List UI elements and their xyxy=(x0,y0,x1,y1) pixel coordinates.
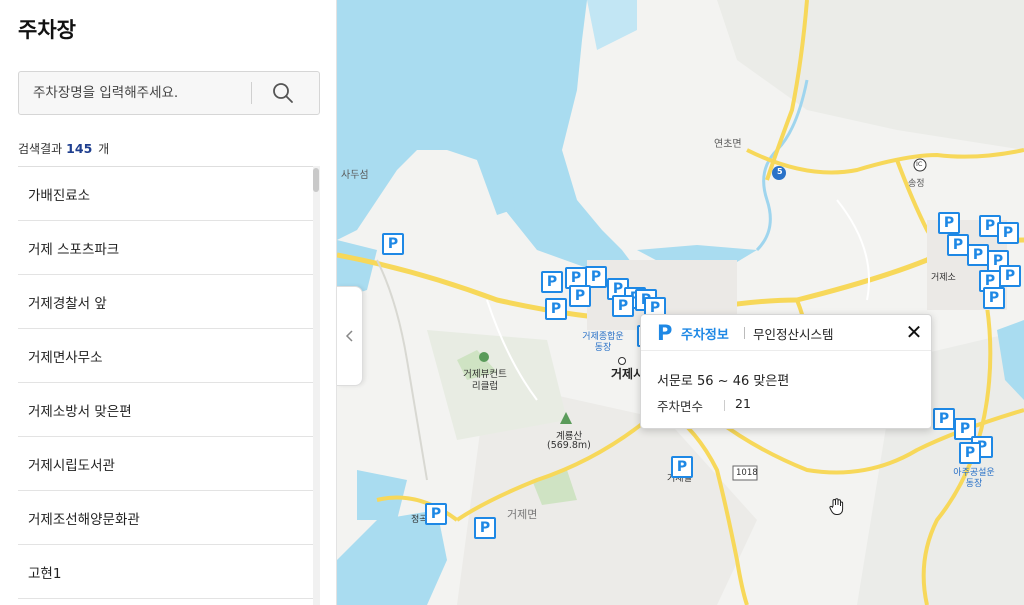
parking-marker[interactable]: P xyxy=(959,442,981,464)
map-label-geoje-myeon: 거제면 xyxy=(507,508,538,521)
map-label-yeoncho: 연초면 xyxy=(714,139,742,150)
popup-divider xyxy=(744,327,745,339)
parking-marker[interactable]: P xyxy=(983,287,1005,309)
parking-marker[interactable]: P xyxy=(967,244,989,266)
popup-spaces-value: 21 xyxy=(735,396,751,411)
parking-marker[interactable]: P xyxy=(938,212,960,234)
hand-cursor-icon xyxy=(829,498,844,515)
search-input[interactable] xyxy=(19,72,251,114)
popup-header: P 주차정보 무인정산시스템 ✕ xyxy=(641,315,931,351)
popup-divider xyxy=(724,400,725,411)
search-divider xyxy=(251,82,252,104)
result-unit: 개 xyxy=(98,142,110,156)
list-item[interactable]: 거제조선해양문화관 xyxy=(18,491,320,545)
parking-marker[interactable]: P xyxy=(545,298,567,320)
parking-icon: P xyxy=(657,321,673,345)
chevron-left-icon xyxy=(345,330,353,342)
popup-spaces-label: 주차면수 xyxy=(657,399,704,414)
parking-marker[interactable]: P xyxy=(999,265,1021,287)
map-label-aju: 아주공설운동장 xyxy=(953,468,995,489)
list-item[interactable]: 거제소방서 맞은편 xyxy=(18,383,320,437)
close-icon[interactable]: ✕ xyxy=(903,321,925,343)
map-label-stadium: 거제종합운동장 xyxy=(582,332,624,353)
list-item[interactable]: 거제시립도서관 xyxy=(18,437,320,491)
sidebar: 주차장 검색결과145 개 가배진료소 거제 스포츠파크 거제경찰서 앞 거제면… xyxy=(0,0,337,605)
list-item[interactable]: 가배진료소 xyxy=(18,167,320,221)
map-label-mountain-height: (569.8m) xyxy=(547,440,591,451)
map-view[interactable]: 연초면 사두섬 송정 거제종합운동장 거제뷰컨트리클럽 계룡산 (569.8m)… xyxy=(337,0,1024,605)
popup-title: 주차정보 xyxy=(681,328,729,343)
map-label-sadu: 사두섬 xyxy=(341,170,369,181)
result-label: 검색결과 xyxy=(18,142,63,156)
parking-marker[interactable]: P xyxy=(382,233,404,255)
parking-marker[interactable]: P xyxy=(933,408,955,430)
parking-marker[interactable]: P xyxy=(947,234,969,256)
search-icon xyxy=(273,83,293,103)
route-5-shield: 5 xyxy=(777,167,783,176)
list-item[interactable]: 거제 스포츠파크 xyxy=(18,221,320,275)
list-item[interactable]: 거제경찰서 앞 xyxy=(18,275,320,329)
result-count: 검색결과 145 개 xyxy=(18,140,109,157)
collapse-sidebar-button[interactable] xyxy=(337,286,363,386)
parking-marker[interactable]: P xyxy=(671,456,693,478)
popup-system-type: 무인정산시스템 xyxy=(753,327,834,342)
page-title: 주차장 xyxy=(18,18,76,42)
parking-info-popup: P 주차정보 무인정산시스템 ✕ 서문로 56 ~ 46 맞은편 주차면수 21 xyxy=(640,314,932,429)
parking-marker[interactable]: P xyxy=(425,503,447,525)
map-label-country-club: 거제뷰컨트리클럽 xyxy=(463,369,507,392)
search-box xyxy=(18,71,320,115)
search-button[interactable] xyxy=(263,78,303,108)
list-item[interactable]: 거제면사무소 xyxy=(18,329,320,383)
list-item[interactable]: 고현1 xyxy=(18,545,320,599)
parking-marker[interactable]: P xyxy=(612,295,634,317)
ic-shield: IC xyxy=(916,160,923,168)
parking-marker[interactable]: P xyxy=(997,222,1019,244)
scroll-thumb[interactable] xyxy=(313,168,319,192)
map-label-songjeong: 송정 xyxy=(908,179,925,189)
route-1018-shield: 1018 xyxy=(736,468,758,478)
parking-marker[interactable]: P xyxy=(474,517,496,539)
parking-marker[interactable]: P xyxy=(569,285,591,307)
result-number: 145 xyxy=(66,141,93,156)
popup-address: 서문로 56 ~ 46 맞은편 xyxy=(657,374,790,389)
parking-list: 가배진료소 거제 스포츠파크 거제경찰서 앞 거제면사무소 거제소방서 맞은편 … xyxy=(18,166,320,605)
list-scrollbar[interactable] xyxy=(313,166,320,605)
map-label-geoje-so: 거제소 xyxy=(931,273,956,283)
parking-marker[interactable]: P xyxy=(541,271,563,293)
